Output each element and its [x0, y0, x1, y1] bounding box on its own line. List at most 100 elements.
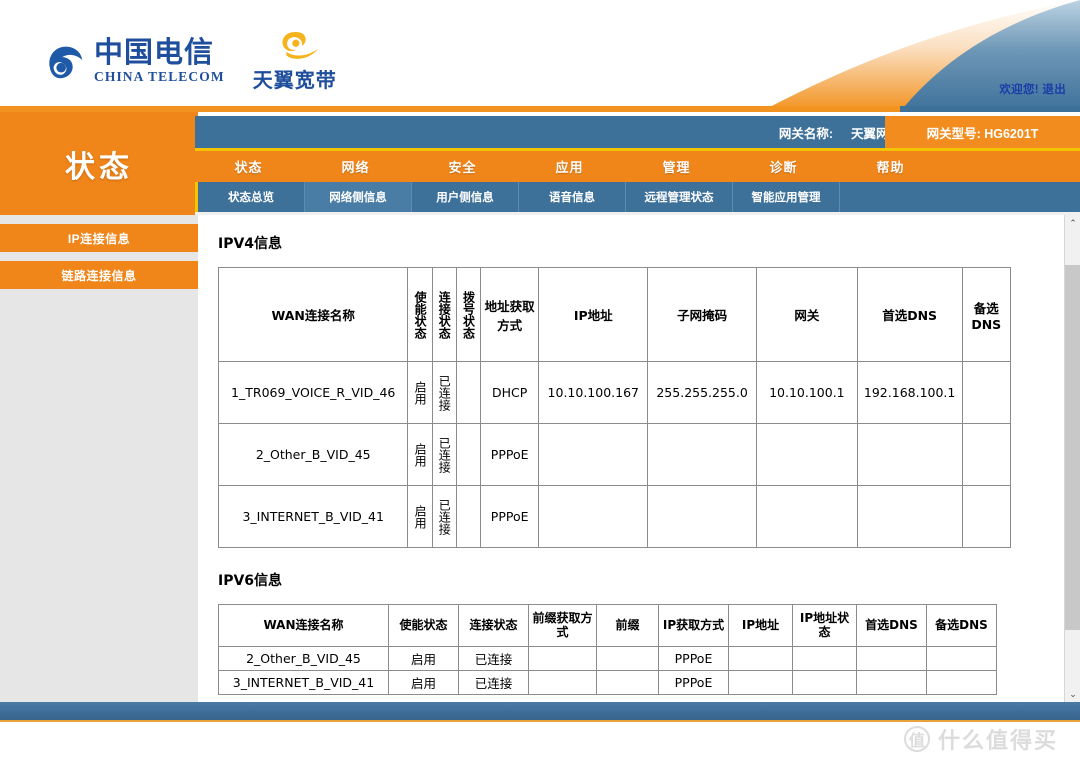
th-address-mode: 地址获取方式 [479, 267, 540, 362]
china-telecom-wordmark: 中国电信 CHINA TELECOM [94, 34, 225, 84]
th-wan-name: WAN连接名称 [218, 604, 389, 647]
cell-subnet-mask [647, 485, 757, 548]
th-primary-dns: 首选DNS [856, 604, 927, 647]
th-ip-address-state: IP地址状态 [792, 604, 857, 647]
cell-prefix [596, 670, 659, 695]
cell-ip-mode: PPPoE [658, 670, 729, 695]
th-conn-state: 连接状态 [431, 267, 457, 362]
nav-item-diagnostics[interactable]: 诊断 [730, 157, 837, 176]
th-ip-address: IP地址 [538, 267, 649, 362]
tab-user-side-info[interactable]: 用户侧信息 [412, 182, 519, 212]
cell-ip-address-state [792, 670, 857, 695]
cell-primary-dns: 192.168.100.1 [856, 361, 963, 424]
cell-primary-dns [856, 670, 927, 695]
watermark-text: 什么值得买 [937, 729, 1058, 754]
th-gateway: 网关 [756, 267, 858, 362]
browser-page: 中国电信 CHINA TELECOM 天翼宽带 欢迎您! 退出 状态 IP连接信… [0, 0, 1080, 761]
gateway-model-badge: 网关型号: HG6201T [885, 116, 1080, 148]
brand-name-en: CHINA TELECOM [94, 68, 225, 84]
china-telecom-logo: 中国电信 CHINA TELECOM [42, 34, 225, 84]
nav-item-status[interactable]: 状态 [195, 157, 302, 176]
cell-ip-address [728, 646, 793, 671]
ipv6-info-table: WAN连接名称 使能状态 连接状态 前缀获取方式 前缀 IP获取方式 IP地址 … [218, 604, 997, 695]
site-header: 中国电信 CHINA TELECOM 天翼宽带 欢迎您! 退出 [0, 0, 1080, 112]
main-navigation: 状态 网络 安全 应用 管理 诊断 帮助 [195, 148, 1080, 182]
cell-address-mode: PPPoE [479, 423, 540, 486]
cell-conn-state: 已连接 [431, 485, 457, 548]
sidebar-item-ip-connection-info[interactable]: IP连接信息 [0, 224, 198, 252]
ipv6-section-title: IPV6信息 [218, 573, 283, 589]
cell-ip-address [728, 670, 793, 695]
sidebar-item-link-connection-info[interactable]: 链路连接信息 [0, 261, 198, 289]
tab-status-overview[interactable]: 状态总览 [198, 182, 305, 212]
sidebar-item-label: IP连接信息 [67, 231, 131, 246]
tab-smart-app-management[interactable]: 智能应用管理 [733, 182, 840, 212]
tab-network-side-info[interactable]: 网络侧信息 [305, 182, 412, 212]
logout-link[interactable]: 退出 [1042, 84, 1066, 96]
cell-wan-name: 3_INTERNET_B_VID_41 [218, 670, 389, 695]
table-row: 3_INTERNET_B_VID_41 启用 已连接 PPPoE [217, 485, 1012, 548]
th-subnet-mask: 子网掩码 [647, 267, 757, 362]
table-row: 2_Other_B_VID_45 启用 已连接 PPPoE [217, 423, 1012, 486]
gateway-name-label: 网关名称: [778, 126, 834, 141]
cell-ip-mode: PPPoE [658, 646, 729, 671]
cell-subnet-mask [647, 423, 757, 486]
cell-wan-name: 2_Other_B_VID_45 [217, 423, 409, 486]
th-ip-mode: IP获取方式 [658, 604, 729, 647]
scroll-up-button[interactable]: ⌃ [1065, 215, 1080, 231]
cell-gateway [756, 485, 858, 548]
cell-enable-state: 启用 [407, 485, 433, 548]
ipv4-section-title: IPV4信息 [218, 236, 283, 252]
nav-item-network[interactable]: 网络 [302, 157, 409, 176]
watermark-logo-icon: 值 [903, 726, 930, 752]
welcome-logout-area: 欢迎您! 退出 [999, 81, 1066, 97]
cell-address-mode: DHCP [479, 361, 540, 424]
sub-navigation: 状态总览 网络侧信息 用户侧信息 语音信息 远程管理状态 智能应用管理 [195, 182, 1080, 212]
cell-wan-name: 1_TR069_VOICE_R_VID_46 [217, 361, 409, 424]
sidebar-item-label: 链路连接信息 [61, 268, 137, 283]
th-dial-state: 拨号状态 [455, 267, 481, 362]
cell-primary-dns [856, 646, 927, 671]
cell-enable-state: 启用 [407, 423, 433, 486]
cell-prefix [596, 646, 659, 671]
th-secondary-dns: 备选DNS [926, 604, 997, 647]
th-prefix-mode: 前缀获取方式 [528, 604, 597, 647]
chevron-down-icon: ⌄ [1069, 688, 1077, 699]
scrollbar-thumb[interactable] [1065, 265, 1080, 630]
chevron-up-icon: ⌃ [1069, 217, 1077, 228]
cell-gateway: 10.10.100.1 [756, 361, 858, 424]
brand-name-cn: 中国电信 [94, 34, 215, 69]
cell-enable-state: 启用 [388, 670, 459, 695]
tab-remote-management-status[interactable]: 远程管理状态 [626, 182, 733, 212]
cell-prefix-mode [528, 670, 597, 695]
th-primary-dns: 首选DNS [856, 267, 963, 362]
gateway-info-bar: 网关名称: 天翼网关-GPON 网关型号: HG6201T [195, 116, 1080, 148]
brand-logos: 中国电信 CHINA TELECOM 天翼宽带 [42, 28, 337, 93]
th-enable-state: 使能状态 [388, 604, 459, 647]
cell-dial-state [455, 361, 481, 424]
th-prefix: 前缀 [596, 604, 659, 647]
nav-item-application[interactable]: 应用 [516, 157, 623, 176]
th-secondary-dns: 备选DNS [961, 267, 1012, 362]
table-row: 3_INTERNET_B_VID_41 启用 已连接 PPPoE [218, 670, 997, 695]
cell-wan-name: 2_Other_B_VID_45 [218, 646, 389, 671]
cell-ip-address [538, 485, 649, 548]
cell-secondary-dns [926, 646, 997, 671]
sidebar-title: 状态 [0, 112, 198, 215]
cell-address-mode: PPPoE [479, 485, 540, 548]
content-scrollbar[interactable]: ⌃ ⌄ [1064, 215, 1080, 702]
cell-ip-address [538, 423, 649, 486]
cell-conn-state: 已连接 [431, 423, 457, 486]
nav-item-management[interactable]: 管理 [623, 157, 730, 176]
th-ip-address: IP地址 [728, 604, 793, 647]
nav-item-security[interactable]: 安全 [409, 157, 516, 176]
cell-conn-state: 已连接 [458, 670, 529, 695]
cell-prefix-mode [528, 646, 597, 671]
tab-voice-info[interactable]: 语音信息 [519, 182, 626, 212]
tianyi-swirl-icon [282, 32, 319, 59]
nav-item-help[interactable]: 帮助 [837, 157, 944, 176]
scroll-down-button[interactable]: ⌄ [1065, 686, 1080, 702]
sub-brand-name: 天翼宽带 [252, 68, 337, 92]
